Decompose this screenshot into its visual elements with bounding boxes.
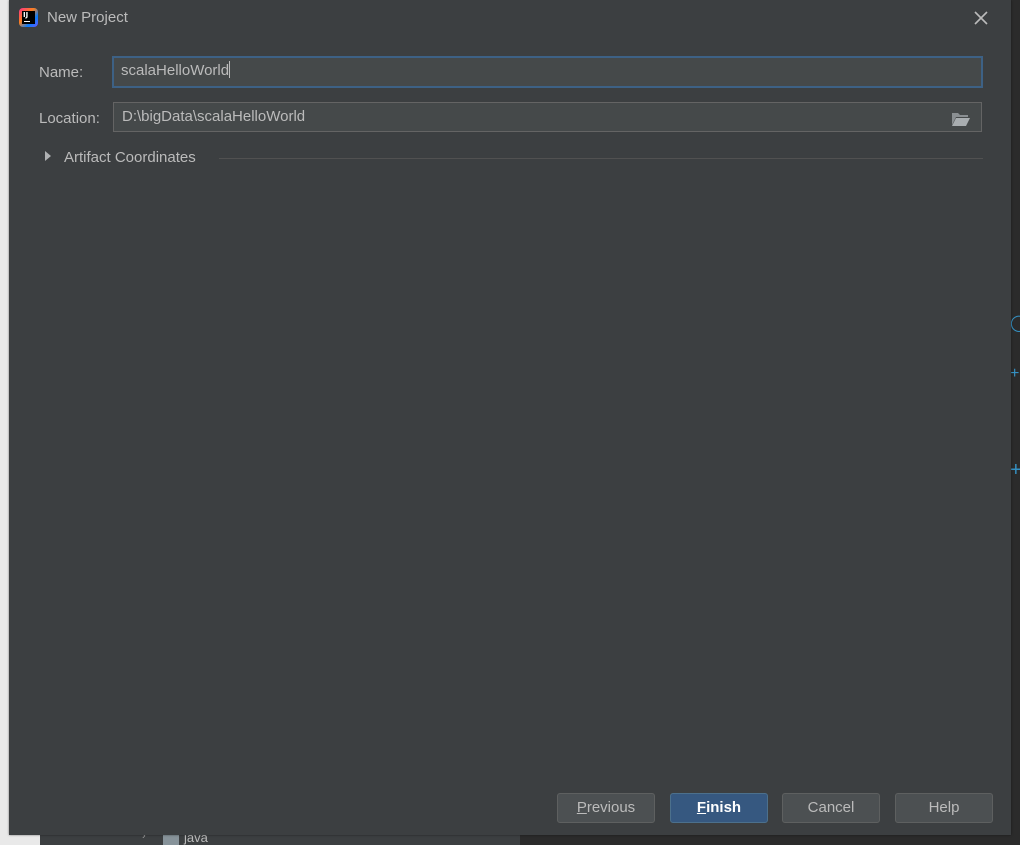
help-label: Help [928, 799, 960, 816]
previous-mnemonic: P [576, 799, 587, 816]
finish-button[interactable]: Finish [670, 793, 768, 823]
artifact-coordinates-toggle[interactable]: Artifact Coordinates [39, 146, 983, 170]
name-input-value: scalaHelloWorld [121, 62, 230, 79]
close-icon [974, 11, 988, 25]
new-project-dialog: IJ New Project Name: scalaHelloWorld Loc… [9, 0, 1011, 835]
intellij-idea-icon: IJ [19, 8, 38, 27]
finish-mnemonic: F [696, 799, 707, 816]
text-cursor [229, 61, 231, 78]
expand-arrow-icon [45, 151, 51, 161]
browse-location-button[interactable] [951, 111, 971, 127]
background-plus-icon: + [1010, 365, 1020, 382]
section-divider [219, 158, 983, 159]
previous-button[interactable]: Previous [557, 793, 655, 823]
name-label: Name: [39, 64, 84, 81]
location-input-value: D:\bigData\scalaHelloWorld [122, 108, 306, 125]
folder-open-icon [952, 113, 970, 126]
background-ide-left-edge [0, 0, 9, 845]
background-ide-right-edge [1011, 0, 1020, 845]
artifact-coordinates-label: Artifact Coordinates [64, 149, 196, 166]
close-button[interactable] [969, 6, 993, 30]
background-project-panel [0, 835, 520, 845]
previous-label: revious [586, 799, 636, 816]
background-folder-icon [163, 835, 179, 845]
location-input[interactable]: D:\bigData\scalaHelloWorld [113, 102, 982, 132]
background-side-strip [0, 835, 40, 845]
cancel-label: Cancel [807, 799, 855, 816]
background-circle-icon: ◯ [1010, 315, 1020, 332]
background-add-icon: + [1010, 459, 1020, 481]
dialog-titlebar: IJ New Project [9, 0, 1011, 36]
cancel-button[interactable]: Cancel [782, 793, 880, 823]
name-input[interactable]: scalaHelloWorld [112, 56, 983, 88]
finish-label: inish [706, 799, 742, 816]
location-label: Location: [39, 110, 100, 127]
dialog-title: New Project [47, 9, 128, 26]
help-button[interactable]: Help [895, 793, 993, 823]
